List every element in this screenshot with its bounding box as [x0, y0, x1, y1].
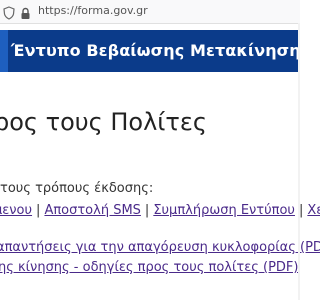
url-text[interactable]: https://forma.gov.gr — [38, 4, 148, 17]
page-heading: ρος τους Πολίτες — [0, 108, 207, 136]
header-accent — [0, 30, 8, 72]
browser-toolbar: https://forma.gov.gr — [0, 0, 300, 24]
guidelines-pdf-link[interactable]: ης κίνησης - οδηγίες προς τους πολίτες (… — [0, 260, 298, 275]
site-title[interactable]: Έντυπο Βεβαίωσης Μετακίνησης — [11, 41, 310, 60]
scroll-edge — [298, 23, 300, 300]
method-link-handwritten[interactable]: Χε — [307, 203, 320, 218]
method-link-menu[interactable]: μενου — [0, 203, 32, 218]
issue-methods-intro: τους τρόπους έκδοσης: — [0, 181, 154, 196]
shield-icon[interactable] — [3, 5, 15, 20]
address-bar[interactable]: https://forma.gov.gr — [0, 2, 300, 21]
issue-methods-links: μενου|Αποστολή SMS|Συμπλήρωση Εντύπου|Χε — [0, 203, 320, 218]
faq-pdf-link[interactable]: απαντήσεις για την απαγόρευση κυκλοφορία… — [0, 240, 320, 255]
method-link-sms[interactable]: Αποστολή SMS — [44, 203, 140, 218]
site-header: Έντυπο Βεβαίωσης Μετακίνησης — [0, 30, 310, 72]
lock-icon[interactable] — [20, 5, 31, 19]
method-link-form[interactable]: Συμπλήρωση Εντύπου — [153, 203, 295, 218]
separator: | — [144, 203, 150, 218]
separator: | — [36, 203, 41, 218]
